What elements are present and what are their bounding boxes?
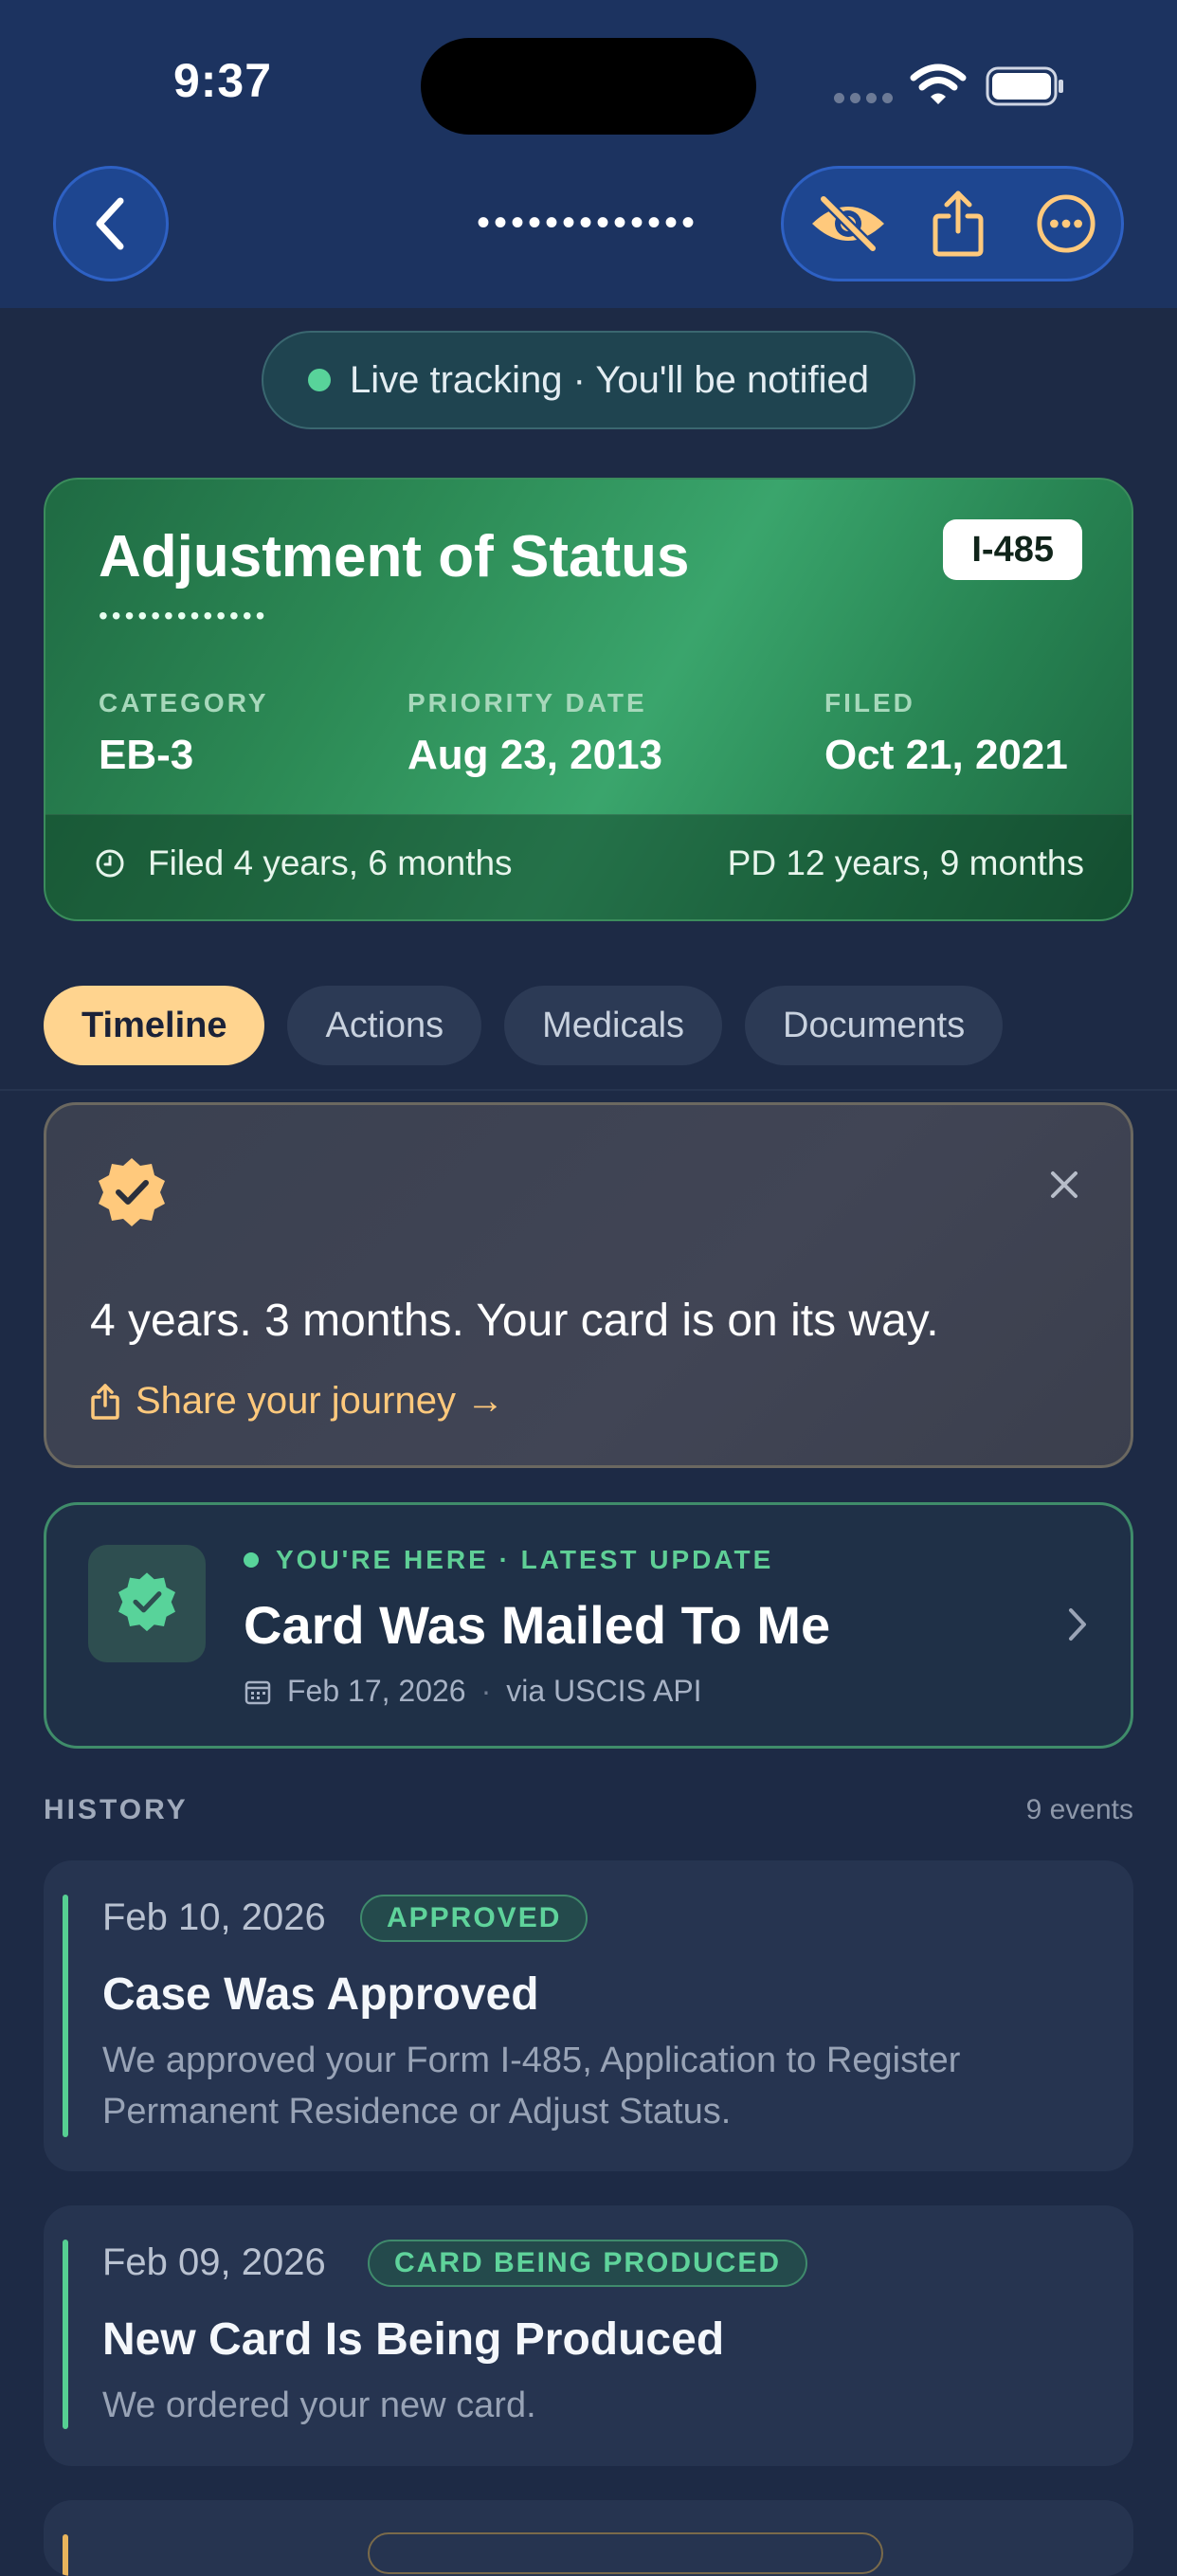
live-status-dot	[308, 369, 331, 391]
masked-receipt-title: •••••••••••••	[476, 201, 699, 244]
chevron-right-icon	[1069, 1608, 1086, 1641]
filed-label: FILED	[824, 688, 915, 717]
event-description: We approved your Form I-485, Application…	[102, 2041, 961, 2132]
current-status-dot	[244, 1552, 259, 1568]
history-event[interactable]: Feb 09, 2026 CARD BEING PRODUCED New Car…	[44, 2205, 1133, 2466]
hide-details-button[interactable]	[803, 193, 894, 254]
case-title: Adjustment of Status	[99, 524, 690, 590]
live-tracking-pill: Live tracking · You'll be notified	[262, 331, 915, 429]
latest-eyebrow-text: YOU'RE HERE · LATEST UPDATE	[276, 1545, 774, 1574]
history-count: 9 events	[1025, 1794, 1133, 1825]
event-indicator-bar	[63, 2240, 68, 2429]
latest-update-card[interactable]: YOU'RE HERE · LATEST UPDATE Card Was Mai…	[44, 1502, 1133, 1749]
event-status-tag: CARD BEING PRODUCED	[368, 2240, 808, 2287]
history-event[interactable]: Feb 10, 2026 APPROVED Case Was Approved …	[44, 1860, 1133, 2171]
live-tracking-text: Live tracking · You'll be notified	[350, 358, 869, 401]
section-tabs: Timeline Actions Medicals Documents	[44, 986, 1004, 1065]
tab-timeline[interactable]: Timeline	[44, 986, 265, 1065]
eye-slash-icon	[812, 193, 884, 254]
form-type-badge: I-485	[943, 519, 1082, 580]
filed-duration: Filed 4 years, 6 months	[148, 844, 513, 882]
category-label: CATEGORY	[99, 688, 269, 717]
priority-date-duration: PD 12 years, 9 months	[727, 844, 1084, 882]
event-date: Feb 09, 2026	[102, 2241, 326, 2283]
filed-value: Oct 21, 2021	[824, 732, 1068, 778]
share-icon	[933, 190, 984, 257]
latest-eyebrow: YOU'RE HERE · LATEST UPDATE	[244, 1545, 773, 1575]
event-status-tag	[368, 2532, 883, 2574]
top-bar: 9:37 •••••••••••••	[0, 0, 1177, 308]
event-title: New Card Is Being Produced	[102, 2314, 725, 2365]
more-icon	[1037, 194, 1096, 253]
tab-documents[interactable]: Documents	[745, 986, 1004, 1065]
latest-update-source: via USCIS API	[506, 1674, 702, 1708]
header-actions	[781, 166, 1124, 281]
case-summary-card[interactable]: Adjustment of Status ••••••••••••• I-485…	[44, 478, 1133, 921]
event-indicator-bar	[63, 2534, 68, 2576]
category-value: EB-3	[99, 732, 194, 778]
more-button[interactable]	[1036, 193, 1096, 254]
celebration-message: 4 years. 3 months. Your card is on its w…	[90, 1296, 939, 1346]
latest-update-title: Card Was Mailed To Me	[244, 1595, 831, 1655]
calendar-icon	[244, 1680, 271, 1704]
event-date: Feb 10, 2026	[102, 1896, 326, 1938]
history-event-partial[interactable]	[44, 2500, 1133, 2576]
priority-date-value: Aug 23, 2013	[407, 732, 663, 778]
event-status-tag: APPROVED	[360, 1895, 588, 1942]
signal-icon	[834, 93, 895, 104]
latest-update-meta: Feb 17, 2026 · via USCIS API	[244, 1674, 702, 1709]
back-button[interactable]	[53, 166, 169, 281]
event-description: We ordered your new card.	[102, 2386, 536, 2425]
event-indicator-bar	[63, 1895, 68, 2137]
tab-actions[interactable]: Actions	[287, 986, 482, 1065]
chevron-left-icon	[96, 197, 124, 250]
close-icon[interactable]	[1045, 1166, 1083, 1204]
tab-medicals[interactable]: Medicals	[504, 986, 723, 1065]
priority-date-label: PRIORITY DATE	[407, 688, 647, 717]
event-title: Case Was Approved	[102, 1969, 539, 2020]
clock-icon	[96, 849, 124, 878]
case-duration-footer: Filed 4 years, 6 months PD 12 years, 9 m…	[45, 814, 1132, 919]
celebration-card: 4 years. 3 months. Your card is on its w…	[44, 1102, 1133, 1468]
tabs-divider	[0, 1089, 1177, 1091]
share-journey-label: Share your journey →	[136, 1380, 505, 1422]
verified-badge-icon	[99, 1158, 165, 1226]
masked-receipt-number: •••••••••••••	[99, 601, 269, 630]
meta-separator: ·	[480, 1674, 492, 1708]
share-button[interactable]	[928, 190, 988, 257]
dynamic-island	[421, 38, 756, 135]
status-time: 9:37	[172, 54, 273, 107]
latest-update-icon-box	[88, 1545, 206, 1662]
battery-icon	[986, 66, 1063, 106]
latest-update-date: Feb 17, 2026	[287, 1674, 466, 1708]
share-icon	[91, 1383, 119, 1420]
wifi-icon	[910, 63, 967, 104]
share-journey-link[interactable]: Share your journey →	[90, 1380, 504, 1423]
history-heading: HISTORY	[44, 1794, 189, 1825]
verified-badge-icon	[118, 1572, 175, 1632]
